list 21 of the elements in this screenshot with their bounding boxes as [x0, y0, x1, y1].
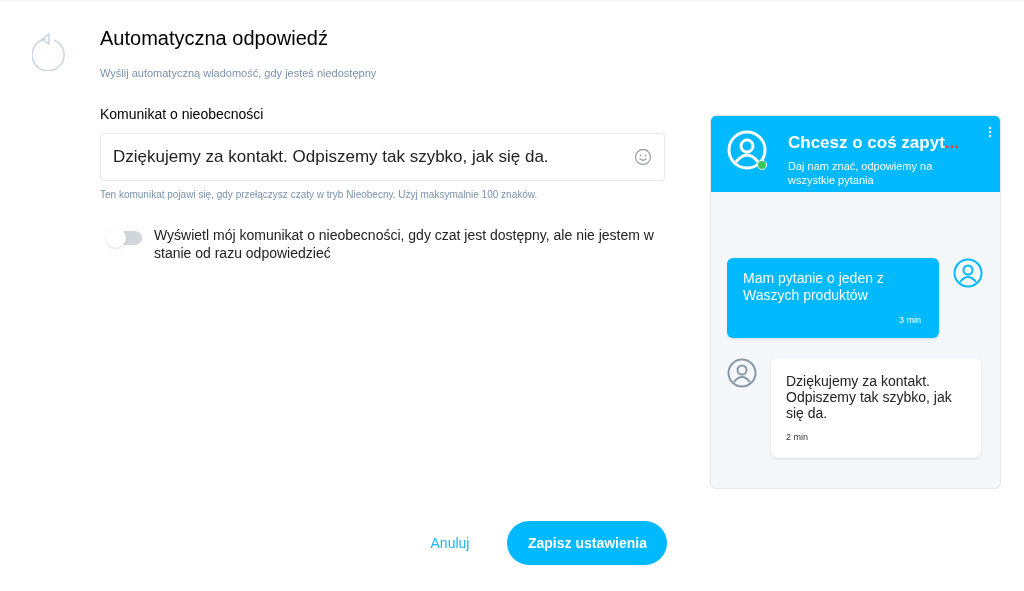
field-hint: Ten komunikat pojawi się, gdy przełączysz czaty w tryb Nieobecny. Użyj maksymalnie 100 znaków. [100, 187, 539, 202]
message-text: Mam pytanie o jeden z Waszych produktów [743, 270, 885, 304]
avatar-icon [953, 258, 983, 288]
more-icon[interactable] [988, 126, 992, 138]
cancel-link[interactable]: Anuluj [430, 532, 470, 554]
page-subtitle: Wyślij automatyczną wiadomość, gdy jesteś niedostępny [100, 66, 378, 81]
toggle-label: Wyświetl mój komunikat o nieobecności, gdy czat jest dostępny, ale nie jestem w stanie od razu odpowiedzieć [154, 225, 655, 262]
avatar-icon [727, 357, 757, 388]
message-input-field[interactable]: Dziękujemy za kontakt. Odpiszemy tak szybko, jak się da. [100, 132, 665, 181]
field-label: Komunikat o nieobecności [100, 104, 265, 124]
page-title: Automatyczna odpowiedź [100, 26, 329, 51]
message-time: 3 min [898, 314, 922, 327]
save-button[interactable]: Zapisz ustawienia [507, 521, 668, 565]
chat-title: Chcesz o coś zapyt... [788, 132, 960, 154]
avatar-icon [727, 130, 767, 170]
chat-subtitle: Daj nam znać, odpowiemy na wszystkie pytania [788, 158, 934, 187]
toggle-switch[interactable] [108, 230, 142, 245]
message-time: 2 min [786, 430, 809, 444]
emoji-icon[interactable] [634, 147, 652, 166]
message-text: Dziękujemy za kontakt. Odpiszemy tak szybko, jak się da. [786, 372, 953, 421]
undo-icon[interactable] [32, 31, 68, 71]
